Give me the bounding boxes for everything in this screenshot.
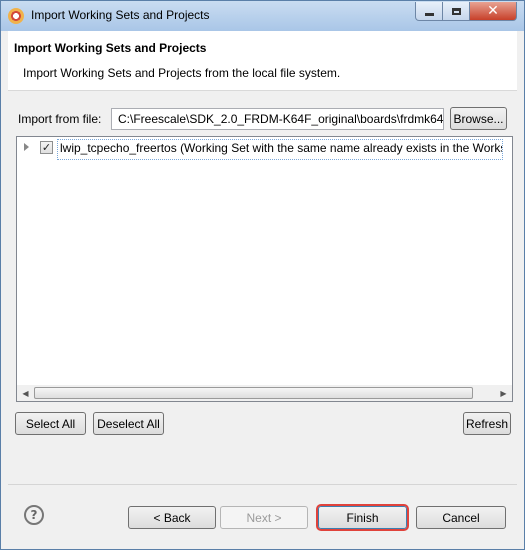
page-title: Import Working Sets and Projects xyxy=(14,41,207,55)
title-bar[interactable]: Import Working Sets and Projects ✕ xyxy=(1,1,524,31)
help-icon[interactable]: ? xyxy=(24,505,44,525)
deselect-all-button[interactable]: Deselect All xyxy=(93,412,164,435)
tree-item-label[interactable]: lwip_tcpecho_freertos (Working Set with … xyxy=(57,139,503,160)
back-button[interactable]: < Back xyxy=(128,506,216,529)
close-button[interactable]: ✕ xyxy=(469,2,517,21)
import-from-file-label: Import from file: xyxy=(18,112,102,126)
next-button[interactable]: Next > xyxy=(220,506,308,529)
scrollbar-thumb[interactable] xyxy=(34,387,473,399)
wizard-header: Import Working Sets and Projects Import … xyxy=(8,31,517,91)
footer-divider xyxy=(8,484,517,485)
tree-item[interactable]: ✓ lwip_tcpecho_freertos (Working Set wit… xyxy=(17,138,512,160)
expand-arrow-icon[interactable] xyxy=(24,143,29,151)
finish-button[interactable]: Finish xyxy=(316,504,409,531)
close-icon: ✕ xyxy=(487,3,499,19)
browse-button[interactable]: Browse... xyxy=(450,107,507,130)
scroll-left-arrow-icon[interactable]: ◀ xyxy=(17,385,34,401)
item-checkbox[interactable]: ✓ xyxy=(40,141,53,154)
eclipse-icon xyxy=(8,8,24,24)
window-title: Import Working Sets and Projects xyxy=(31,8,210,22)
working-sets-tree[interactable]: ✓ lwip_tcpecho_freertos (Working Set wit… xyxy=(16,136,513,401)
import-dialog: Import Working Sets and Projects ✕ Impor… xyxy=(0,0,525,550)
refresh-button[interactable]: Refresh xyxy=(463,412,511,435)
select-all-button[interactable]: Select All xyxy=(15,412,86,435)
horizontal-scrollbar[interactable]: ◀ ▶ xyxy=(16,385,513,402)
scroll-right-arrow-icon[interactable]: ▶ xyxy=(495,385,512,401)
minimize-button[interactable] xyxy=(415,2,443,21)
cancel-button[interactable]: Cancel xyxy=(416,506,506,529)
page-description: Import Working Sets and Projects from th… xyxy=(23,66,341,80)
maximize-button[interactable] xyxy=(442,2,470,21)
minimize-icon xyxy=(424,12,434,16)
import-file-input[interactable]: C:\Freescale\SDK_2.0_FRDM-K64F_original\… xyxy=(111,108,444,130)
maximize-icon xyxy=(451,7,461,15)
